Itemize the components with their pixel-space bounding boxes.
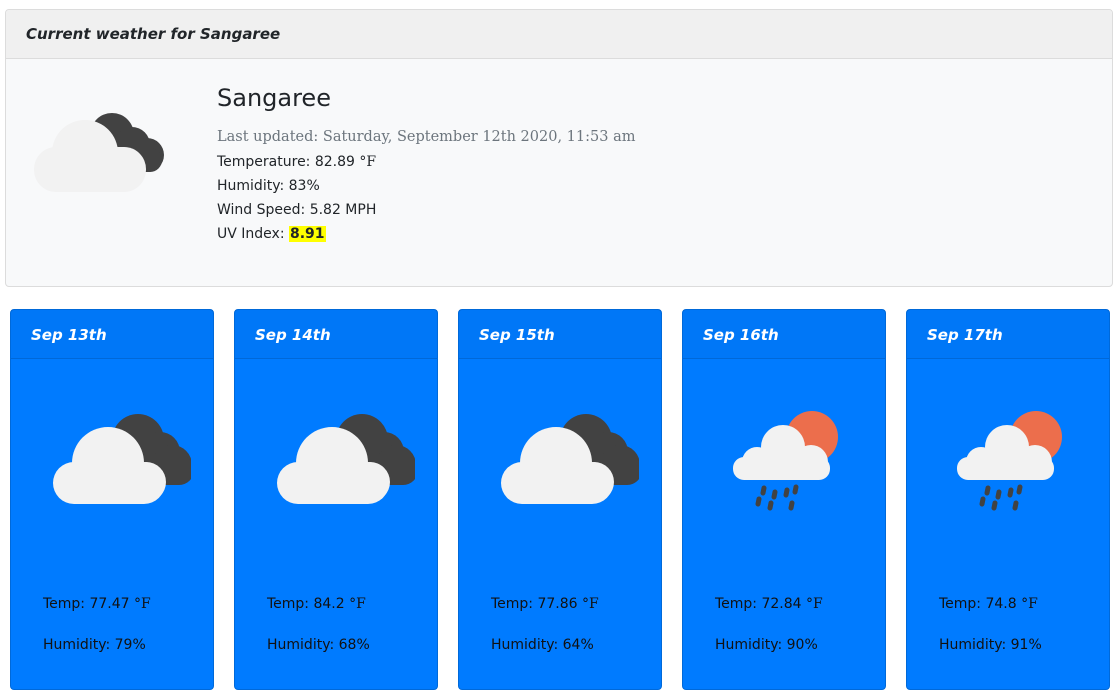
forecast-humidity: Humidity: 91% [939,637,1042,653]
forecast-humidity: Humidity: 90% [715,637,818,653]
forecast-temp-unit: °F [801,596,823,612]
forecast-card: Sep 13th Temp: 77.47 °F Humidity: 79% [10,309,214,690]
temperature-value: Temperature: 82.89 [217,154,355,170]
forecast-humidity: Humidity: 68% [267,637,370,653]
city-name: Sangaree [217,84,331,112]
uv-index-badge: 8.91 [288,226,326,242]
forecast-humidity: Humidity: 79% [43,637,146,653]
forecast-temp-unit: °F [344,596,366,612]
last-updated-text: Last updated: Saturday, September 12th 2… [217,129,636,145]
forecast-card: Sep 17th Temp: 74.8 °F Humidity: 91% [906,309,1110,690]
cloudy-icon [34,113,164,192]
forecast-temp-value: Temp: 77.86 [491,596,578,612]
uv-index-label: UV Index: [217,226,289,242]
forecast-temp-unit: °F [129,596,151,612]
forecast-temp: Temp: 77.47 °F [43,596,151,612]
forecast-date: Sep 17th [907,310,1109,359]
forecast-temp-unit: °F [1016,596,1038,612]
cloudy-icon [53,414,191,504]
sun-rain-icon [957,411,1062,511]
forecast-date: Sep 16th [683,310,885,359]
wind-speed-text: Wind Speed: 5.82 MPH [217,202,377,218]
forecast-temp: Temp: 74.8 °F [939,596,1038,612]
cloudy-icon [501,414,639,504]
forecast-card: Sep 16th Temp: 72.84 °F Humidity: 90% [682,309,886,690]
forecast-temp-value: Temp: 77.47 [43,596,130,612]
temperature-unit: °F [354,154,377,170]
uv-index-text: UV Index: 8.91 [217,226,326,242]
current-weather-header: Current weather for Sangaree [6,10,1112,59]
sun-rain-icon [733,411,838,511]
forecast-card: Sep 15th Temp: 77.86 °F Humidity: 64% [458,309,662,690]
forecast-temp-value: Temp: 84.2 [267,596,345,612]
forecast-card: Sep 14th Temp: 84.2 °F Humidity: 68% [234,309,438,690]
forecast-temp-value: Temp: 72.84 [715,596,802,612]
forecast-humidity: Humidity: 64% [491,637,594,653]
cloudy-icon [277,414,415,504]
forecast-temp: Temp: 77.86 °F [491,596,599,612]
forecast-temp-value: Temp: 74.8 [939,596,1017,612]
forecast-temp: Temp: 84.2 °F [267,596,366,612]
forecast-temp-unit: °F [577,596,599,612]
forecast-temp: Temp: 72.84 °F [715,596,823,612]
humidity-text: Humidity: 83% [217,178,320,194]
forecast-date: Sep 13th [11,310,213,359]
temperature-text: Temperature: 82.89 °F [217,154,376,170]
forecast-date: Sep 15th [459,310,661,359]
forecast-date: Sep 14th [235,310,437,359]
